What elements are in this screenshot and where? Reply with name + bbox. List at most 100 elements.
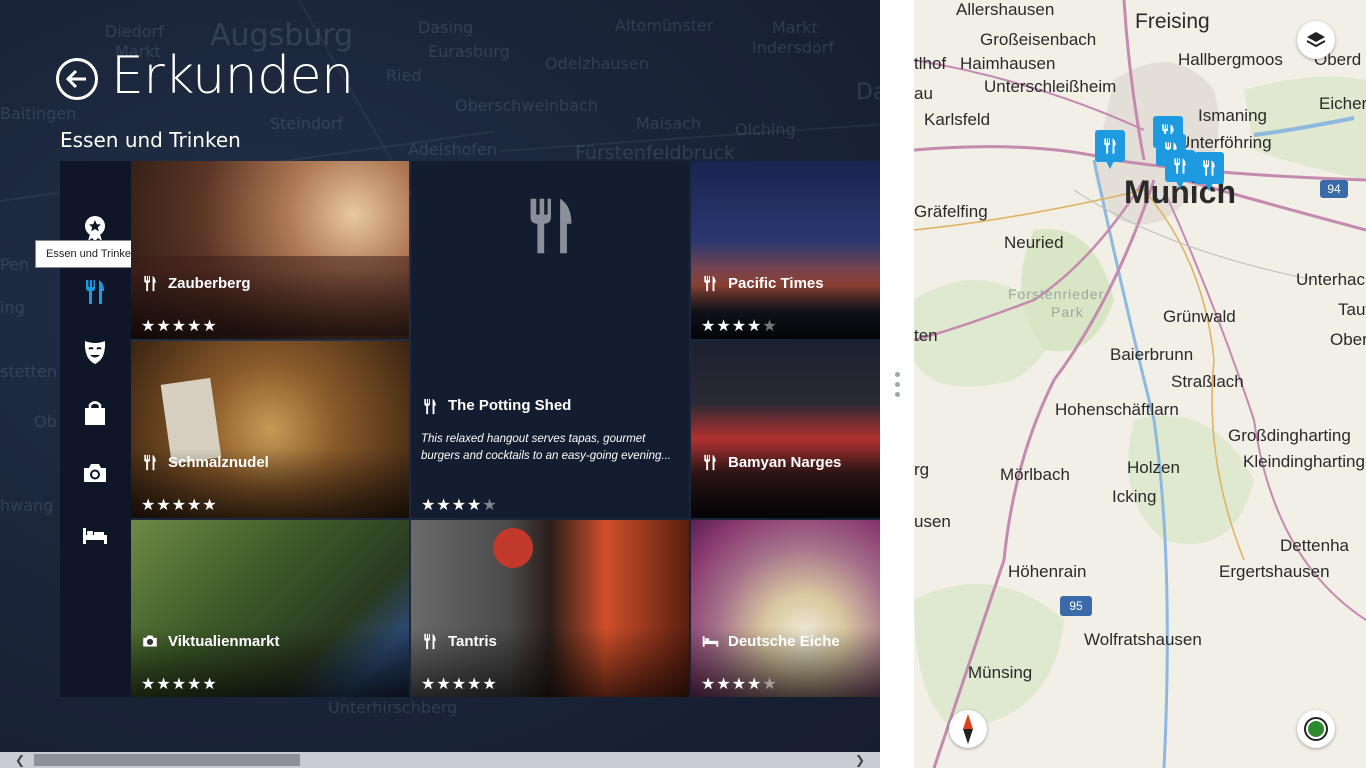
explore-panel: Augsburg Diedorf Markt Dasing Eurasburg … [0,0,880,768]
tile-name: Bamyan Narges [728,454,842,471]
star-filled-icon: ★ [747,674,763,693]
shopping-bag-icon [85,401,105,425]
grip-dot [895,372,900,377]
map-place-label: Haimhausen [960,54,1056,73]
star-filled-icon: ★ [467,495,483,514]
place-tile[interactable]: Schmalznudel ★★★★★ [131,341,409,518]
place-tile[interactable]: Bamyan Narges [691,341,880,518]
scroll-left-arrow[interactable]: ❮ [12,752,28,768]
road-shield-label: 94 [1327,182,1341,196]
pane-splitter[interactable] [880,0,914,768]
scroll-right-arrow[interactable]: ❯ [852,752,868,768]
scrollbar-thumb[interactable] [34,754,300,766]
map-place-label: Dettenha [1280,536,1349,555]
map-view[interactable]: Allershausen Freising Großeisenbach Hall… [914,0,1366,768]
map-place-label: Eicher [1319,94,1366,113]
bg-place: Dasing [418,18,474,37]
place-tile[interactable]: Viktualienmarkt ★★★★★ [131,520,409,697]
bg-place: Markt [772,18,818,37]
map-place-label: tlhof [914,54,947,73]
place-tile[interactable]: Tantris ★★★★★ [411,520,689,697]
camera-icon [84,464,106,482]
star-filled-icon: ★ [141,674,157,693]
map-place-label: ten [914,326,938,345]
category-shopping[interactable] [80,398,110,428]
place-tile[interactable]: Zauberberg ★★★★★ [131,161,409,339]
place-photo [493,528,533,568]
place-tile-featured[interactable]: The Potting Shed This relaxed hangout se… [411,161,689,518]
map-place-label: Hohenschäftlarn [1055,400,1179,419]
map-place-label: Forstenrieder [1008,286,1105,302]
back-button[interactable] [56,58,98,100]
star-filled-icon: ★ [171,495,188,514]
fork-knife-icon [141,453,159,471]
bg-place: hwang [0,496,54,515]
star-filled-icon: ★ [156,495,172,514]
bg-place: Oberschweinbach [455,96,598,115]
fork-knife-icon [421,397,439,415]
map-place-label: Unterhach [1296,270,1366,289]
star-filled-icon: ★ [202,495,218,514]
rating-stars: ★★★★★ [421,495,498,514]
fork-knife-icon [141,274,159,292]
bg-place: Altomünster [615,16,714,35]
tile-name: Zauberberg [168,275,251,292]
star-empty-icon: ★ [482,495,498,514]
bg-place: Ried [386,66,422,85]
bg-place: ing [0,298,25,317]
map-place-label: Ergertshausen [1219,562,1330,581]
page-title: Erkunden [111,46,354,106]
map-place-label: usen [914,512,951,531]
star-filled-icon: ★ [141,495,157,514]
map-place-label: Ober [1330,330,1366,349]
bg-place: Ob [34,412,57,431]
fork-knife-icon [1203,160,1215,176]
star-filled-icon: ★ [451,495,468,514]
map-place-label: Allershausen [956,0,1055,19]
place-tile[interactable]: Deutsche Eiche ★★★★★ [691,520,880,697]
star-filled-icon: ★ [156,674,172,693]
fork-knife-icon [1174,158,1186,174]
category-entertainment[interactable] [80,337,110,367]
tile-description: This relaxed hangout serves tapas, gourm… [421,433,671,462]
back-arrow-icon [66,69,86,89]
fork-knife-icon [1104,138,1116,154]
star-filled-icon: ★ [701,316,717,335]
horizontal-scrollbar[interactable]: ❮ ❯ [0,752,880,768]
star-filled-icon: ★ [202,316,218,335]
compass-button[interactable] [949,710,987,748]
tile-name: Tantris [448,633,497,650]
star-empty-icon: ★ [762,674,778,693]
star-filled-icon: ★ [747,316,763,335]
map-pin-restaurant[interactable] [1165,150,1195,189]
map-place-label: Großeisenbach [980,30,1097,49]
category-hotels[interactable] [80,521,110,551]
bg-place: Indersdorf [752,38,834,57]
map-pin-restaurant[interactable] [1194,152,1224,191]
star-filled-icon: ★ [421,495,437,514]
star-filled-icon: ★ [436,495,452,514]
place-tile[interactable]: Pacific Times ★★★★★ [691,161,880,339]
map-layers-button[interactable] [1297,21,1335,59]
grip-dot [895,382,900,387]
bg-place: Unterhirschberg [328,698,458,717]
theater-mask-icon [84,341,106,364]
my-location-button[interactable] [1297,710,1335,748]
tile-name: Deutsche Eiche [728,633,840,650]
star-filled-icon: ★ [171,674,188,693]
category-sights[interactable] [80,458,110,488]
camera-icon [141,632,159,650]
star-badge-icon [85,216,105,241]
road-shield: 95 [1060,596,1092,616]
road-shield-label: 95 [1069,599,1083,613]
bg-place: Pen [0,255,30,274]
rating-stars: ★★★★★ [701,674,778,693]
map-place-label: Großdingharting [1228,426,1351,445]
star-filled-icon: ★ [731,674,748,693]
fork-knife-icon [421,632,439,650]
category-food[interactable] [80,277,110,307]
map-place-label: Mörlbach [1000,465,1070,484]
rating-stars: ★★★★★ [141,316,218,335]
map-pin-restaurant[interactable] [1095,130,1125,169]
bed-icon [83,528,107,544]
